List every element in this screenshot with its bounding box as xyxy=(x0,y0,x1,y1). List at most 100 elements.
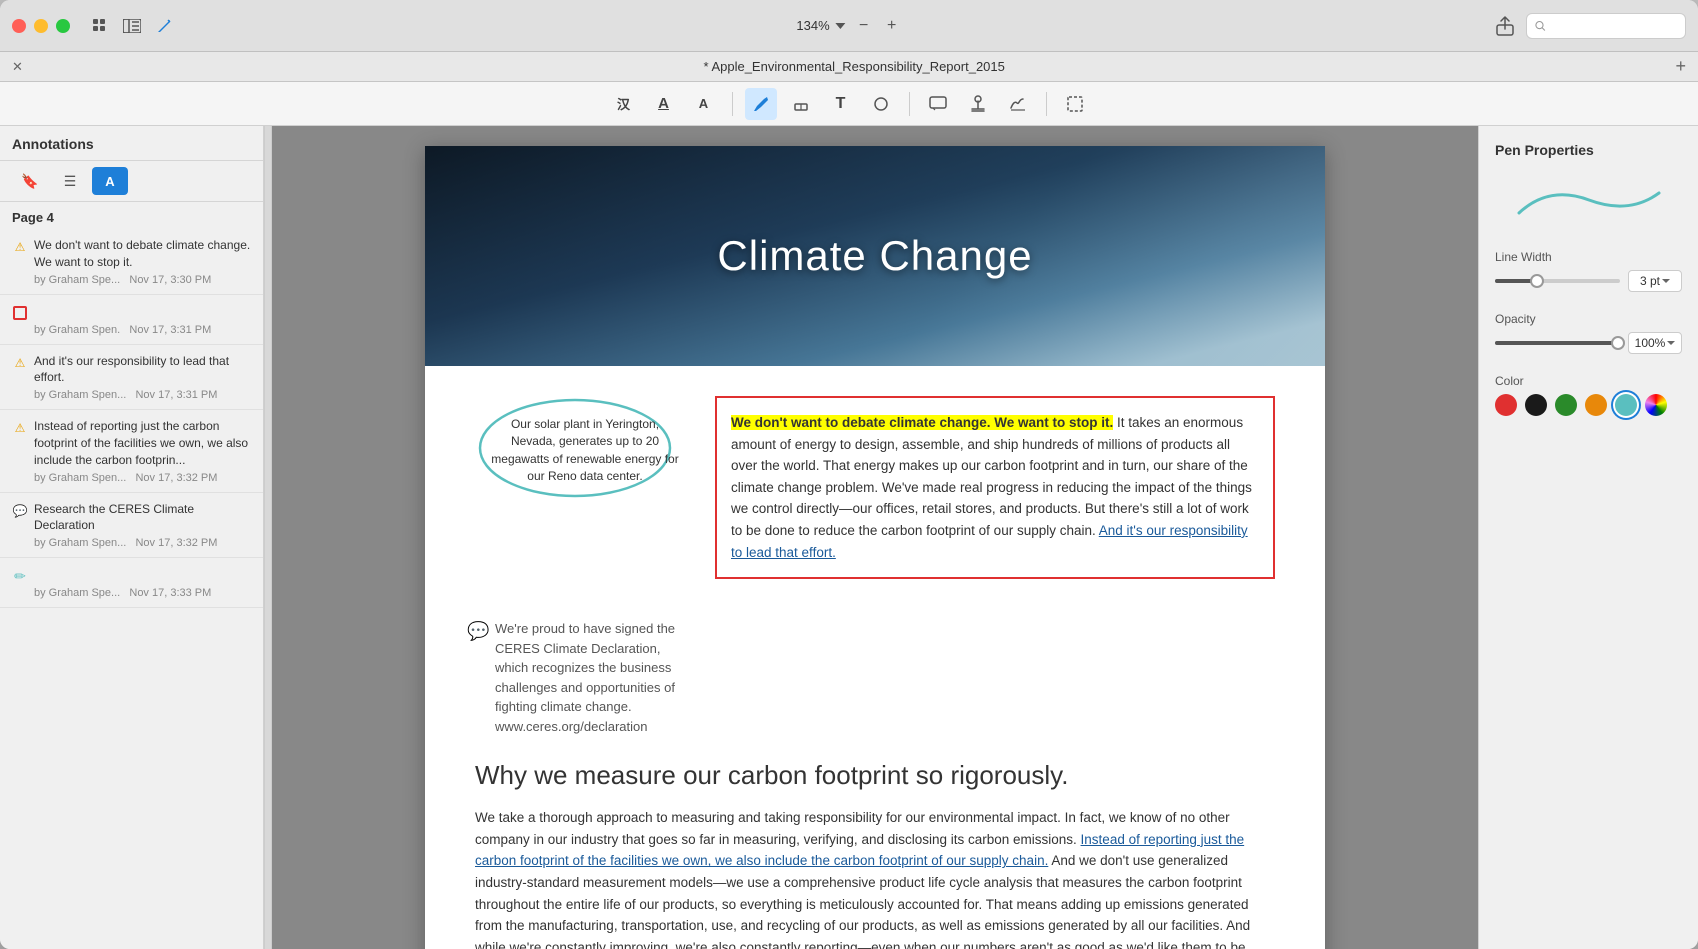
annotation-item-2[interactable]: by Graham Spen. Nov 17, 3:31 PM xyxy=(0,295,263,345)
traffic-lights xyxy=(12,19,70,33)
toolbar-separator-2 xyxy=(909,92,910,116)
minimize-button[interactable] xyxy=(34,19,48,33)
color-swatch-multicolor[interactable] xyxy=(1645,394,1667,416)
red-box-annotation: We don't want to debate climate change. … xyxy=(715,396,1275,579)
color-swatches xyxy=(1495,394,1682,416)
underlined-link-2: Instead of reporting just the carbon foo… xyxy=(475,832,1244,869)
annotation-text-3: And it's our responsibility to lead that… xyxy=(34,353,251,387)
red-box-section: We don't want to debate climate change. … xyxy=(715,396,1275,599)
annotation-item-5[interactable]: 💬 Research the CERES Climate Declaration… xyxy=(0,493,263,559)
section-title: Why we measure our carbon footprint so r… xyxy=(475,760,1275,791)
annotation-list: ⚠ We don't want to debate climate change… xyxy=(0,229,263,949)
line-width-slider-row: 3 pt xyxy=(1495,270,1682,292)
color-label: Color xyxy=(1495,374,1682,388)
color-swatch-black[interactable] xyxy=(1525,394,1547,416)
line-width-value[interactable]: 3 pt xyxy=(1628,270,1682,292)
opacity-value-text: 100% xyxy=(1635,336,1666,350)
red-box-text: We don't want to debate climate change. … xyxy=(731,412,1259,563)
annotation-meta-2: by Graham Spen. Nov 17, 3:31 PM xyxy=(12,324,251,336)
color-swatch-green[interactable] xyxy=(1555,394,1577,416)
pen-tool-button[interactable] xyxy=(745,88,777,120)
warning-icon-1: ⚠ xyxy=(12,239,28,255)
text-tool-a1-button[interactable]: A xyxy=(648,88,680,120)
toolbar-separator-3 xyxy=(1046,92,1047,116)
pen-properties-title: Pen Properties xyxy=(1495,142,1682,158)
hero-title: Climate Change xyxy=(717,232,1032,280)
grid-view-icon[interactable] xyxy=(90,16,110,36)
zoom-decrease-button[interactable]: − xyxy=(854,16,874,36)
signature-tool-button[interactable] xyxy=(1002,88,1034,120)
eraser-tool-button[interactable] xyxy=(785,88,817,120)
line-width-section: Line Width 3 pt xyxy=(1495,250,1682,292)
toolbar-separator-1 xyxy=(732,92,733,116)
close-button[interactable] xyxy=(12,19,26,33)
rect-icon-2 xyxy=(12,305,28,321)
titlebar: 134% − + xyxy=(0,0,1698,52)
stamp-tool-button[interactable] xyxy=(962,88,994,120)
annotation-text-5: Research the CERES Climate Declaration xyxy=(34,501,251,535)
line-width-label: Line Width xyxy=(1495,250,1682,264)
annotation-meta-4: by Graham Spen... Nov 17, 3:32 PM xyxy=(12,472,251,484)
fullscreen-button[interactable] xyxy=(56,19,70,33)
annotations-sidebar: Annotations 🔖 ☰ A Page 4 ⚠ We don't want… xyxy=(0,126,264,949)
opacity-value[interactable]: 100% xyxy=(1628,332,1682,354)
titlebar-right xyxy=(1494,13,1686,39)
subtitlebar: ✕ * Apple_Environmental_Responsibility_R… xyxy=(0,52,1698,82)
close-document-button[interactable]: ✕ xyxy=(12,59,23,75)
document-area[interactable]: Climate Change Our solar plant in Yering… xyxy=(272,126,1478,949)
comment-callout-icon: 💬 xyxy=(467,621,489,642)
sidebar-tab-bookmark[interactable]: 🔖 xyxy=(12,167,48,195)
annotation-text-1: We don't want to debate climate change. … xyxy=(34,237,251,271)
sidebar-toggle-icon[interactable] xyxy=(122,16,142,36)
annotation-item-3[interactable]: ⚠ And it's our responsibility to lead th… xyxy=(0,345,263,411)
annotation-item-6[interactable]: ✏ by Graham Spe... Nov 17, 3:33 PM xyxy=(0,558,263,608)
zoom-label: 134% xyxy=(796,18,829,33)
text-resize-tool-button[interactable]: 汉 xyxy=(608,88,640,120)
search-input[interactable] xyxy=(1550,19,1677,33)
sidebar-tab-list[interactable]: ☰ xyxy=(52,167,88,195)
zoom-control[interactable]: 134% xyxy=(796,18,845,33)
annotation-meta-1: by Graham Spe... Nov 17, 3:30 PM xyxy=(12,274,251,286)
annotation-item-4[interactable]: ⚠ Instead of reporting just the carbon f… xyxy=(0,410,263,492)
sidebar-resize-handle[interactable] xyxy=(264,126,272,949)
toolbar: 汉 A A T xyxy=(0,82,1698,126)
opacity-slider-fill xyxy=(1495,341,1620,345)
search-box[interactable] xyxy=(1526,13,1686,39)
color-swatch-orange[interactable] xyxy=(1585,394,1607,416)
page-container: Climate Change Our solar plant in Yering… xyxy=(425,146,1325,949)
color-section: Color xyxy=(1495,374,1682,416)
line-width-slider-thumb[interactable] xyxy=(1530,274,1544,288)
sidebar-page-label: Page 4 xyxy=(0,202,263,229)
pen-properties-panel: Pen Properties Line Width 3 xyxy=(1478,126,1698,949)
page-body: Our solar plant in Yerington, Nevada, ge… xyxy=(425,366,1325,949)
document-title: * Apple_Environmental_Responsibility_Rep… xyxy=(33,59,1676,74)
opacity-section: Opacity 100% xyxy=(1495,312,1682,354)
add-document-button[interactable]: + xyxy=(1675,56,1686,77)
sidebar-header: Annotations xyxy=(0,126,263,161)
note-tool-button[interactable] xyxy=(922,88,954,120)
annotation-item-1[interactable]: ⚠ We don't want to debate climate change… xyxy=(0,229,263,295)
line-width-slider-fill xyxy=(1495,279,1533,283)
annotation-meta-6: by Graham Spe... Nov 17, 3:33 PM xyxy=(12,587,251,599)
pen-preview xyxy=(1495,170,1682,230)
share-icon[interactable] xyxy=(1494,15,1516,37)
opacity-slider-row: 100% xyxy=(1495,332,1682,354)
zoom-increase-button[interactable]: + xyxy=(882,16,902,36)
warning-icon-4: ⚠ xyxy=(12,420,28,436)
comment-icon-5: 💬 xyxy=(12,503,28,519)
color-swatch-cyan[interactable] xyxy=(1615,394,1637,416)
underlined-link-1: And it's our responsibility to lead that… xyxy=(731,523,1248,560)
sidebar-tab-highlight[interactable]: A xyxy=(92,167,128,195)
text-tool-a2-button[interactable]: A xyxy=(688,88,720,120)
shape-tool-button[interactable] xyxy=(865,88,897,120)
annotation-text-4: Instead of reporting just the carbon foo… xyxy=(34,418,251,468)
pen-icon[interactable] xyxy=(154,16,174,36)
color-swatch-red[interactable] xyxy=(1495,394,1517,416)
ceres-text: We're proud to have signed the CERES Cli… xyxy=(475,619,695,736)
text-insert-button[interactable]: T xyxy=(825,88,857,120)
opacity-slider-track[interactable] xyxy=(1495,341,1620,345)
select-tool-button[interactable] xyxy=(1059,88,1091,120)
annotation-meta-5: by Graham Spen... Nov 17, 3:32 PM xyxy=(12,537,251,549)
line-width-slider-track[interactable] xyxy=(1495,279,1620,283)
opacity-slider-thumb[interactable] xyxy=(1611,336,1625,350)
